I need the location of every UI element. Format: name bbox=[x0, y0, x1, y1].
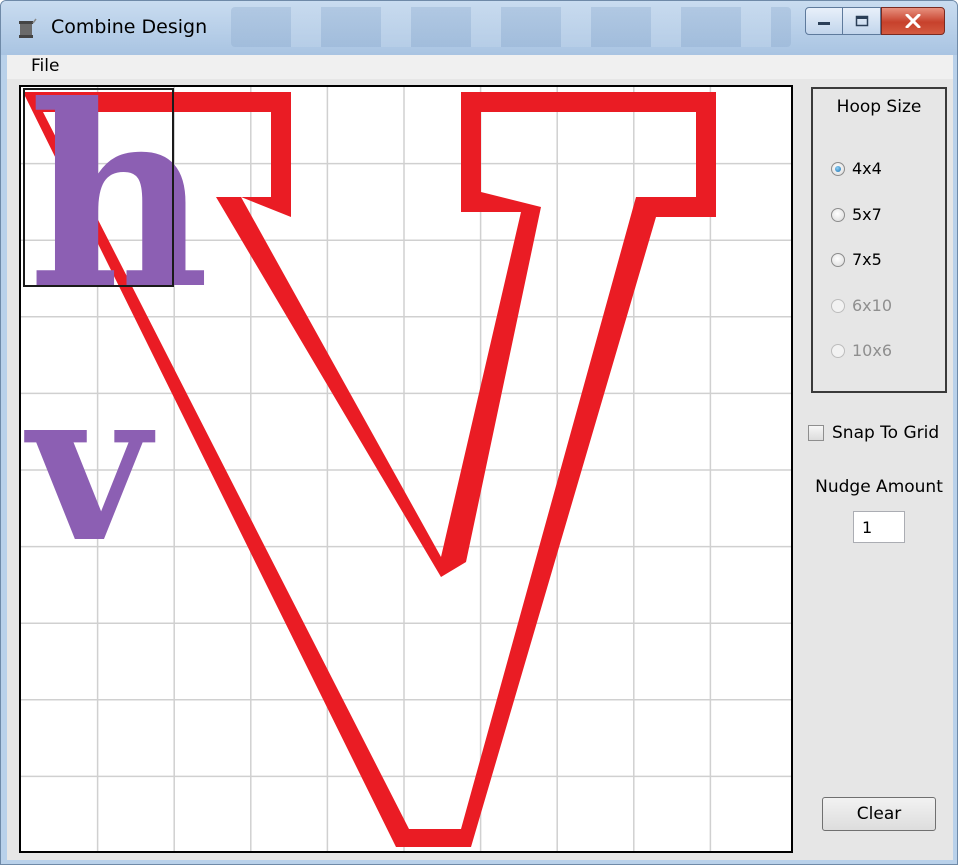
design-canvas[interactable]: h v bbox=[19, 85, 793, 853]
menu-item-file[interactable]: File bbox=[29, 56, 61, 76]
minimize-button[interactable] bbox=[805, 7, 843, 35]
hoop-radio-label: 6x10 bbox=[852, 296, 893, 315]
hoop-size-title: Hoop Size bbox=[836, 97, 922, 117]
hoop-radio-label: 4x4 bbox=[852, 159, 882, 178]
snap-to-grid-checkbox[interactable]: Snap To Grid bbox=[808, 423, 939, 443]
minimize-icon bbox=[818, 22, 830, 25]
hoop-radio-6x10: 6x10 bbox=[831, 296, 892, 315]
client-area: h v Hoop Size 4x4 5x7 7x5 6x10 10x6 Snap… bbox=[7, 79, 953, 860]
title-bar[interactable]: Combine Design bbox=[1, 1, 957, 55]
hoop-radio-label: 10x6 bbox=[852, 341, 893, 360]
nudge-amount-input[interactable] bbox=[853, 511, 905, 543]
radio-disabled-icon bbox=[831, 298, 845, 313]
close-icon bbox=[905, 14, 921, 28]
menu-bar: File bbox=[7, 55, 953, 79]
snap-to-grid-label: Snap To Grid bbox=[832, 423, 940, 443]
app-icon bbox=[19, 18, 37, 38]
window-title: Combine Design bbox=[51, 16, 208, 38]
design-canvas-svg: h v bbox=[21, 87, 791, 851]
stitch-letter-h[interactable]: h bbox=[28, 87, 210, 344]
radio-icon[interactable] bbox=[831, 252, 845, 267]
radio-icon[interactable] bbox=[831, 207, 845, 222]
hoop-radio-7x5[interactable]: 7x5 bbox=[831, 250, 882, 269]
nudge-amount-label: Nudge Amount bbox=[815, 477, 943, 497]
clear-button[interactable]: Clear bbox=[822, 797, 936, 831]
maximize-icon bbox=[855, 15, 868, 27]
checkbox-icon[interactable] bbox=[808, 425, 824, 441]
maximize-button[interactable] bbox=[843, 7, 881, 35]
hoop-radio-4x4[interactable]: 4x4 bbox=[831, 159, 882, 178]
radio-checked-icon[interactable] bbox=[831, 161, 845, 176]
hoop-radio-10x6: 10x6 bbox=[831, 341, 892, 360]
title-bar-background bbox=[231, 7, 791, 47]
hoop-radio-label: 7x5 bbox=[852, 250, 882, 269]
radio-disabled-icon bbox=[831, 343, 845, 358]
hoop-radio-label: 5x7 bbox=[852, 205, 882, 224]
close-button[interactable] bbox=[881, 7, 945, 35]
window-bottom-border bbox=[1, 860, 957, 864]
hoop-size-group: Hoop Size 4x4 5x7 7x5 6x10 10x6 bbox=[811, 87, 947, 393]
stitch-letter-v[interactable]: v bbox=[24, 342, 156, 589]
hoop-radio-5x7[interactable]: 5x7 bbox=[831, 205, 882, 224]
application-window: Combine Design File h v Hoop Size 4x4 5x… bbox=[0, 0, 958, 865]
